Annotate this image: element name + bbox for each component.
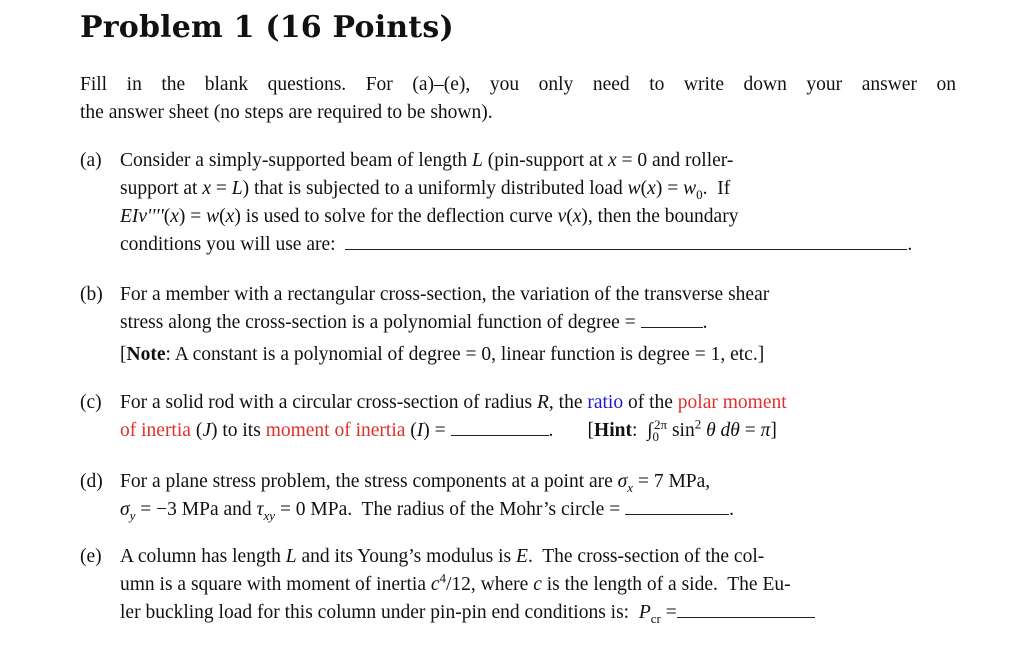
- question-a-line-2: support at x = L) that is subjected to a…: [120, 178, 731, 202]
- answer-blank-b[interactable]: [640, 309, 703, 328]
- question-a-line-1: Consider a simply-supported beam of leng…: [120, 150, 734, 171]
- question-e-label: (e): [80, 546, 102, 567]
- question-b-label: (b): [80, 284, 103, 305]
- hint-expression: ∫02π sin2 θ dθ = π: [647, 416, 771, 444]
- question-c: (c) For a solid rod with a circular cros…: [80, 389, 956, 445]
- instructions-line-2: the answer sheet (no steps are required …: [80, 102, 493, 123]
- question-b-line-1: For a member with a rectangular cross-se…: [120, 284, 770, 305]
- question-a-label: (a): [80, 150, 102, 171]
- question-d-line-2: σy = −3 MPa and τxy = 0 MPa. The radius …: [120, 496, 956, 524]
- question-b-note: [Note: A constant is a polynomial of deg…: [120, 344, 765, 365]
- question-d-label: (d): [80, 471, 103, 492]
- question-c-line-2: of inertia (J) to its moment of inertia …: [120, 416, 777, 444]
- answer-blank-d[interactable]: [625, 496, 730, 515]
- question-a: (a) Consider a simply-supported beam of …: [80, 147, 956, 259]
- instructions: Fill in the blank questions. For (a)–(e)…: [80, 71, 956, 127]
- moment-of-inertia-highlight: moment of inertia: [265, 420, 406, 441]
- problem-title: Problem 1 (16 Points): [80, 10, 454, 45]
- question-e-line-3: ler buckling load for this column under …: [120, 599, 956, 627]
- question-a-line-3: EIv''''(x) = w(x) is used to solve for t…: [120, 206, 739, 227]
- question-e-line-1: A column has length L and its Young’s mo…: [120, 546, 765, 567]
- note-label: Note: [126, 344, 166, 365]
- question-e-line-2: umn is a square with moment of inertia c…: [120, 570, 791, 596]
- answer-blank-a[interactable]: [345, 231, 908, 250]
- answer-blank-e[interactable]: [676, 599, 815, 618]
- question-d: (d) For a plane stress problem, the stre…: [80, 468, 956, 524]
- polar-moment-highlight: polar moment: [677, 392, 787, 413]
- of-inertia-highlight: of inertia: [120, 420, 191, 441]
- answer-blank-c[interactable]: [450, 417, 549, 436]
- question-a-line-4: conditions you will use are: .: [120, 231, 956, 259]
- instructions-line-1: Fill in the blank questions. For (a)–(e)…: [80, 74, 956, 95]
- question-c-line-1: For a solid rod with a circular cross-se…: [120, 392, 787, 413]
- question-b: (b) For a member with a rectangular cros…: [80, 281, 956, 369]
- question-e: (e) A column has length L and its Young’…: [80, 543, 956, 627]
- hint-label: Hint: [594, 420, 632, 441]
- question-c-label: (c): [80, 392, 102, 413]
- question-d-line-1: For a plane stress problem, the stress c…: [120, 471, 711, 495]
- question-b-line-2: stress along the cross-section is a poly…: [120, 309, 956, 337]
- ratio-highlight: ratio: [587, 392, 624, 413]
